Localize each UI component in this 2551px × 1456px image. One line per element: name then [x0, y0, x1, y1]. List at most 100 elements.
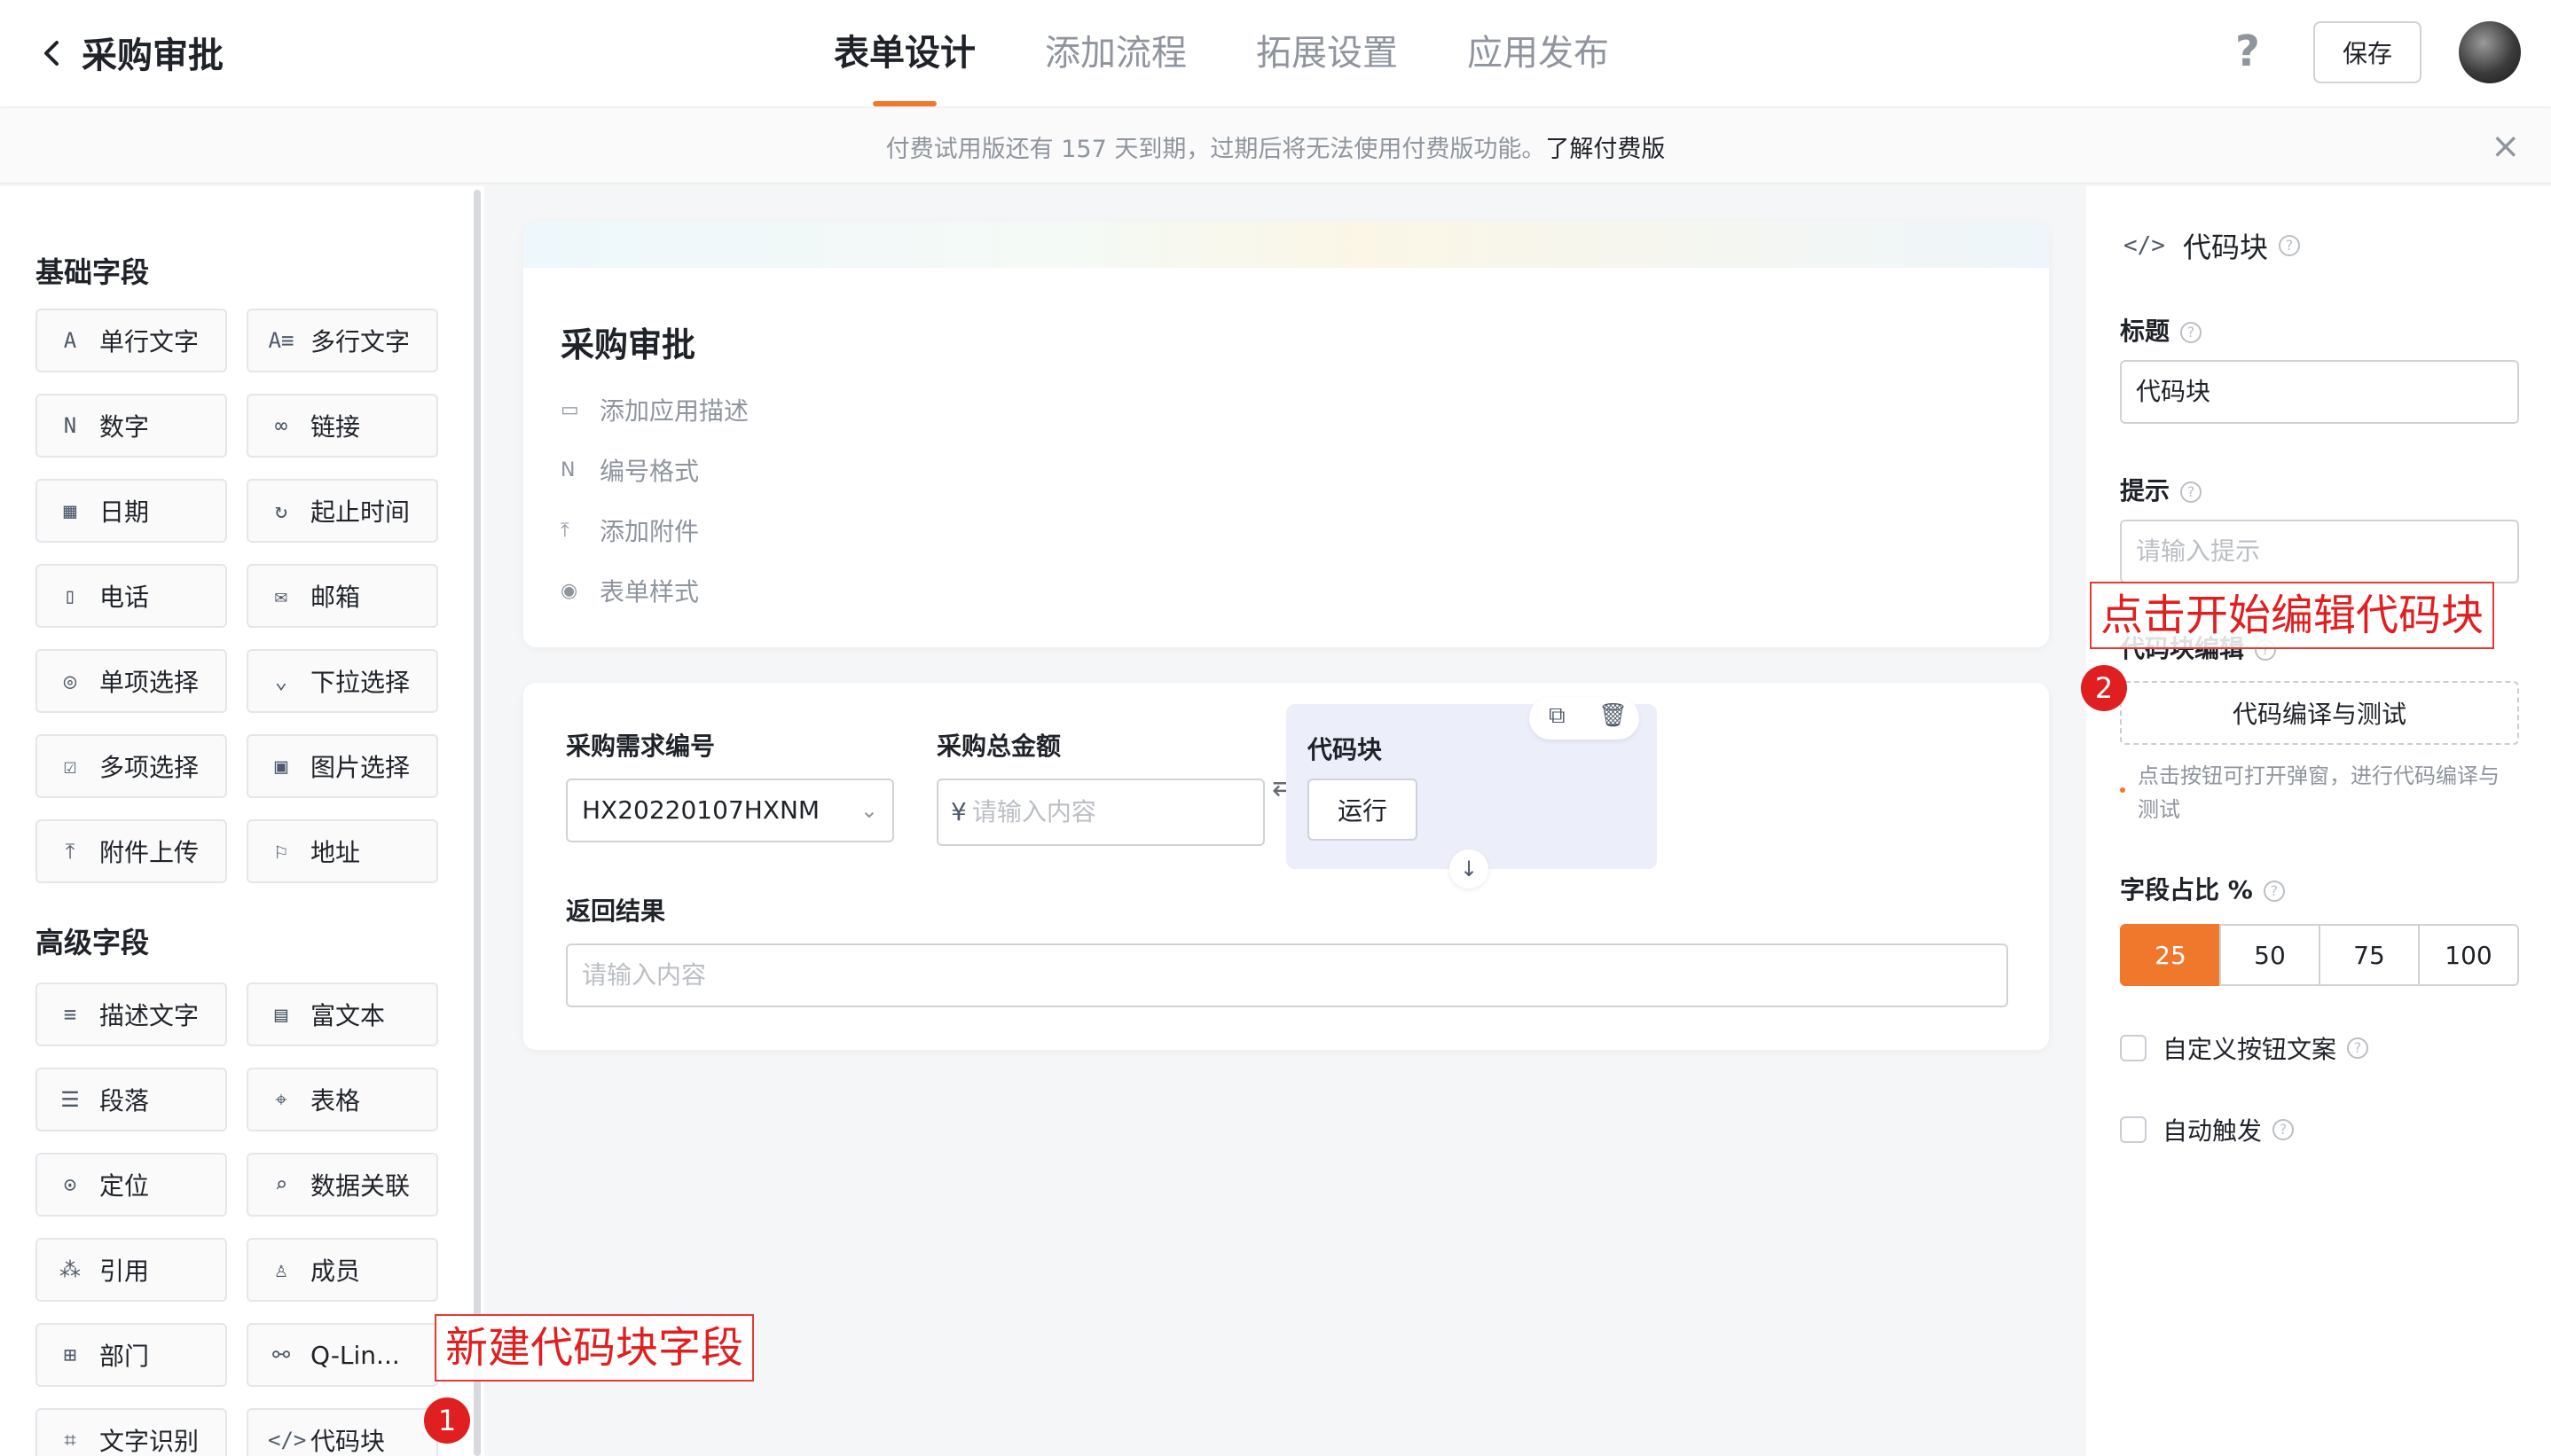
- result-input[interactable]: 请输入内容: [566, 943, 2008, 1007]
- custom-button-text-option[interactable]: 自定义按钮文案 ?: [2120, 1030, 2369, 1066]
- field-type-button[interactable]: N 数字: [35, 394, 227, 458]
- field-type-label: 下拉选择: [310, 668, 411, 697]
- field-type-button[interactable]: ⁂ 引用: [35, 1238, 227, 1302]
- hint-dot: [2120, 787, 2125, 793]
- field-type-button[interactable]: ▤ 富文本: [247, 982, 438, 1046]
- arrow-down-icon[interactable]: ↓: [1449, 849, 1488, 888]
- question-icon[interactable]: ?: [2263, 881, 2285, 902]
- field-type-button[interactable]: ⤒ 附件上传: [35, 819, 227, 883]
- comment-icon: ▭: [561, 398, 579, 421]
- field-type-button[interactable]: ☑ 多项选择: [35, 734, 227, 798]
- field-type-label: 数据关联: [310, 1171, 411, 1201]
- tab-extend-settings[interactable]: 拓展设置: [1256, 0, 1398, 106]
- field-type-icon: ⤒: [65, 839, 75, 864]
- req-no-value: HX20220107HXNM: [582, 795, 820, 825]
- field-type-button[interactable]: ↻ 起止时间: [247, 479, 438, 543]
- field-type-button[interactable]: ⌄ 下拉选择: [247, 649, 438, 713]
- question-icon[interactable]: ?: [2272, 1119, 2295, 1140]
- field-type-button[interactable]: ⌕ 数据关联: [247, 1153, 438, 1217]
- field-type-button[interactable]: ⚯ Q-Lin...: [247, 1323, 438, 1387]
- field-type-button[interactable]: ✉ 邮箱: [247, 564, 438, 628]
- avatar[interactable]: [2459, 21, 2521, 83]
- field-type-button[interactable]: ▦ 日期: [35, 479, 227, 543]
- ratio-75-button[interactable]: 75: [2319, 924, 2420, 986]
- close-icon[interactable]: ×: [2491, 126, 2521, 167]
- ratio-label: 字段占比 %?: [2120, 871, 2285, 906]
- compile-test-button[interactable]: 代码编译与测试: [2120, 681, 2519, 745]
- req-no-select[interactable]: HX20220107HXNM ⌄: [566, 779, 894, 842]
- field-type-icon: ◎: [63, 669, 77, 693]
- compile-hint: 点击按钮可打开弹窗，进行代码编译与测试: [2138, 763, 2500, 822]
- field-type-button[interactable]: ≡ 描述文字: [35, 982, 227, 1046]
- field-type-button[interactable]: ⌗ 文字识别: [35, 1408, 227, 1456]
- field-type-label: 富文本: [310, 1001, 386, 1030]
- field-type-button[interactable]: </> 代码块: [247, 1408, 438, 1456]
- field-type-button[interactable]: ⌖ 表格: [247, 1068, 438, 1131]
- field-type-button[interactable]: ⊙ 定位: [35, 1153, 227, 1217]
- field-type-label: 多行文字: [310, 327, 411, 356]
- ratio-100-button[interactable]: 100: [2418, 924, 2519, 986]
- form-title[interactable]: 采购审批: [561, 317, 695, 366]
- tab-add-flow[interactable]: 添加流程: [1045, 0, 1187, 106]
- field-type-button[interactable]: ⊞ 部门: [35, 1323, 227, 1387]
- amount-label: 采购总金额: [937, 732, 1062, 761]
- field-type-icon: ☑: [63, 754, 77, 779]
- field-type-label: 文字识别: [99, 1427, 200, 1456]
- checkbox[interactable]: [2120, 1116, 2147, 1143]
- run-button[interactable]: 运行: [1307, 779, 1417, 841]
- field-type-button[interactable]: ▣ 图片选择: [247, 734, 438, 798]
- field-type-button[interactable]: ∞ 链接: [247, 394, 438, 458]
- learn-paid-link[interactable]: 了解付费版: [1545, 136, 1665, 163]
- form-style-option[interactable]: ◉ 表单样式: [561, 573, 699, 608]
- add-attachment-option[interactable]: ⤒ 添加附件: [561, 513, 699, 548]
- field-type-label: 成员: [310, 1256, 361, 1286]
- field-type-button[interactable]: ⚐ 地址: [247, 819, 438, 883]
- field-type-button[interactable]: A≡ 多行文字: [247, 309, 438, 372]
- palette-scrollbar[interactable]: [474, 190, 481, 1456]
- tab-form-design[interactable]: 表单设计: [834, 0, 976, 106]
- title-prop-label: 标题?: [2120, 312, 2202, 348]
- checkbox[interactable]: [2120, 1035, 2147, 1061]
- field-type-icon: ▣: [274, 754, 288, 779]
- field-type-button[interactable]: ▯ 电话: [35, 564, 227, 628]
- add-description-option[interactable]: ▭ 添加应用描述: [561, 392, 749, 427]
- trial-banner: 付费试用版还有 157 天到期，过期后将无法使用付费版功能。了解付费版 ×: [0, 108, 2551, 184]
- panel-title-text: 代码块: [2182, 231, 2268, 264]
- field-type-button[interactable]: ◎ 单项选择: [35, 649, 227, 713]
- field-type-icon: ↻: [274, 498, 288, 523]
- save-button[interactable]: 保存: [2313, 21, 2421, 83]
- title-prop-label-text: 标题: [2120, 317, 2170, 346]
- help-icon[interactable]: ?: [2235, 27, 2260, 76]
- field-type-button[interactable]: ♙ 成员: [247, 1238, 438, 1302]
- field-type-button[interactable]: A 单行文字: [35, 309, 227, 372]
- trash-icon[interactable]: 🗑: [1598, 702, 1628, 729]
- hint-prop-input[interactable]: 请输入提示: [2120, 520, 2519, 583]
- ratio-50-button[interactable]: 50: [2219, 924, 2320, 986]
- amount-input[interactable]: ¥ 请输入内容: [937, 779, 1265, 846]
- option-label: 添加应用描述: [600, 396, 750, 426]
- question-icon[interactable]: ?: [2180, 481, 2202, 503]
- question-icon[interactable]: ?: [2347, 1037, 2369, 1059]
- field-type-icon: ≡: [63, 1002, 77, 1027]
- tab-app-publish[interactable]: 应用发布: [1467, 0, 1609, 106]
- field-type-icon: A≡: [268, 328, 294, 353]
- title-prop-input[interactable]: 代码块: [2120, 360, 2519, 424]
- ratio-segmented: 25 50 75 100: [2120, 924, 2519, 986]
- copy-icon[interactable]: ⧉: [1549, 702, 1566, 730]
- field-type-icon: </>: [268, 1428, 307, 1452]
- question-icon[interactable]: ?: [2278, 235, 2300, 256]
- auto-trigger-option[interactable]: 自动触发 ?: [2120, 1112, 2295, 1147]
- field-type-label: 引用: [99, 1256, 150, 1286]
- field-type-button[interactable]: ☰ 段落: [35, 1068, 227, 1131]
- field-type-icon: ⁂: [59, 1257, 81, 1282]
- question-icon[interactable]: ?: [2180, 322, 2202, 343]
- annotation-badge-2: 2: [2081, 665, 2127, 711]
- field-type-icon: ⌄: [274, 669, 288, 693]
- form-header-card: 采购审批 ▭ 添加应用描述 N 编号格式 ⤒ 添加附件 ◉ 表单样式: [523, 222, 2049, 647]
- field-type-label: 邮箱: [310, 583, 361, 612]
- app-title: 采购审批: [82, 35, 224, 76]
- number-format-option[interactable]: N 编号格式: [561, 452, 699, 488]
- back-arrow-icon[interactable]: [35, 35, 67, 71]
- ratio-25-button[interactable]: 25: [2120, 924, 2221, 986]
- field-type-icon: ▦: [63, 498, 77, 523]
